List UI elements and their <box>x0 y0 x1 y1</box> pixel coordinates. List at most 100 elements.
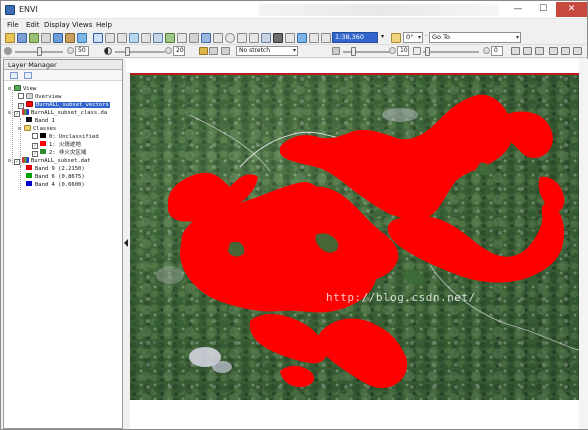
tree-node-class-0[interactable]: 0: Unclassified <box>32 133 99 141</box>
zoom-in-icon[interactable] <box>285 33 295 43</box>
brightness-reset-icon[interactable] <box>67 47 74 54</box>
rotate-icon[interactable] <box>117 33 127 43</box>
menu-display[interactable]: Display <box>44 19 70 31</box>
select-arrow-icon[interactable] <box>93 33 103 43</box>
picture-annotation-icon[interactable] <box>273 33 283 43</box>
menu-help[interactable]: Help <box>96 19 112 31</box>
menu-file[interactable]: File <box>7 19 19 31</box>
tree-node-class-file[interactable]: ⊟ ✓ BurnALL_subset_class.da <box>8 109 107 117</box>
sharpen-value[interactable]: 10 <box>397 46 409 56</box>
chevron-down-icon: ▾ <box>515 34 519 41</box>
tree-label: Band 1 <box>35 118 55 124</box>
rotate-view-icon[interactable] <box>391 33 401 43</box>
rotation-value: 0° <box>406 33 414 41</box>
print-icon[interactable] <box>41 33 51 43</box>
zoom-icon[interactable] <box>297 33 307 43</box>
contrast-reset-icon[interactable] <box>165 47 172 54</box>
collapse-icon[interactable]: ⊟ <box>8 157 13 165</box>
expand-all-icon[interactable] <box>24 72 32 79</box>
layout-single-icon[interactable] <box>511 47 520 55</box>
layout-two-icon[interactable] <box>523 47 532 55</box>
overview-checkbox[interactable] <box>18 93 24 99</box>
maximize-button[interactable]: ☐ <box>531 2 555 17</box>
arrow-annotation-icon[interactable] <box>261 33 271 43</box>
contrast-slider-thumb[interactable] <box>125 47 130 56</box>
transparency-value[interactable]: 0 <box>491 46 503 56</box>
contrast-slider-track[interactable] <box>115 51 165 53</box>
crosshair-icon[interactable] <box>141 33 151 43</box>
subset-file-checkbox[interactable]: ✓ <box>14 159 20 165</box>
sharpen-reset-icon[interactable] <box>389 47 396 54</box>
transparency-reset-icon[interactable] <box>483 47 490 54</box>
flicker-icon[interactable] <box>573 47 582 55</box>
window-title: ENVI <box>19 5 38 14</box>
tree-node-classes[interactable]: ⊟ Classes <box>18 125 56 133</box>
brightness-slider-thumb[interactable] <box>37 47 42 56</box>
portal-icon[interactable] <box>549 47 558 55</box>
tree-node-band9[interactable]: Band 9 (2.2150) <box>26 165 85 173</box>
stretch-dropdown[interactable]: No stretch ▾ <box>236 46 298 56</box>
collapse-icon[interactable]: ⊟ <box>8 85 13 93</box>
class-0-checkbox[interactable] <box>32 133 38 139</box>
goto-label: Go To <box>432 33 450 41</box>
line-annotation-icon[interactable] <box>249 33 259 43</box>
open-icon[interactable] <box>5 33 15 43</box>
collapse-icon[interactable]: ⊟ <box>8 109 13 117</box>
tree-node-band6[interactable]: Band 6 (0.8675) <box>26 173 85 181</box>
close-button[interactable]: ✕ <box>556 2 587 17</box>
brightness-value[interactable]: 50 <box>75 46 89 56</box>
grid-icon[interactable] <box>153 33 163 43</box>
tree-node-class-1[interactable]: ✓ 1: 火烧迹地 <box>32 141 81 149</box>
fit-view-icon[interactable] <box>321 33 331 43</box>
menu-edit[interactable]: Edit <box>26 19 40 31</box>
collapse-all-icon[interactable] <box>10 72 18 79</box>
scale-dropdown[interactable]: 1:38,360 <box>332 32 378 43</box>
vector-create-icon[interactable] <box>165 33 175 43</box>
stretch-type-icon[interactable] <box>221 47 230 55</box>
tree-node-vectors[interactable]: ✓ BurnALL_subset_vectors <box>18 101 110 109</box>
image-view[interactable]: http://blog.csdn.net/ <box>130 73 579 400</box>
zoom-out-icon[interactable] <box>309 33 319 43</box>
view-top-margin <box>126 59 579 73</box>
transparency-slider-thumb[interactable] <box>425 47 430 56</box>
menu-views[interactable]: Views <box>72 19 92 31</box>
envi-app-icon <box>5 5 15 15</box>
preferences-icon[interactable] <box>77 33 87 43</box>
layout-grid-icon[interactable] <box>535 47 544 55</box>
export-icon[interactable] <box>53 33 63 43</box>
pan-icon[interactable] <box>105 33 115 43</box>
tree-node-overview[interactable]: Overview <box>18 93 62 101</box>
chip-view-icon[interactable] <box>65 33 75 43</box>
layer-manager-icon[interactable] <box>29 33 39 43</box>
tree-label: Band 9 (2.2150) <box>35 166 85 172</box>
tree-node-subset-file[interactable]: ⊟ ✓ BurnALL_subset.dat <box>8 157 91 165</box>
sharpen-slider-thumb[interactable] <box>351 47 356 56</box>
swipe-icon[interactable] <box>561 47 570 55</box>
tree-node-class-2[interactable]: ✓ 2: 非火灾区域 <box>32 149 86 157</box>
scale-dropdown-chevron-icon[interactable]: ▾ <box>381 33 387 43</box>
collapse-icon[interactable]: ⊟ <box>18 125 23 133</box>
data-manager-icon[interactable] <box>17 33 27 43</box>
text-annotation-icon[interactable] <box>189 33 199 43</box>
tree-label: BurnALL_subset.dat <box>31 158 91 164</box>
rotation-dropdown[interactable]: 0° ▾ <box>403 32 423 43</box>
menu-bar: File Edit Display Views Help <box>1 19 587 31</box>
class-file-checkbox[interactable]: ✓ <box>14 111 20 117</box>
goto-field[interactable]: Go To ▾ <box>429 32 521 43</box>
tree-label: BurnALL_subset_vectors <box>35 102 110 108</box>
tree-node-band4[interactable]: Band 4 (0.6600) <box>26 181 85 189</box>
vector-edit-icon[interactable] <box>177 33 187 43</box>
collapse-left-panel-icon[interactable] <box>124 239 128 247</box>
ellipse-annotation-icon[interactable] <box>225 33 235 43</box>
rectangle-annotation-icon[interactable] <box>213 33 223 43</box>
contrast-value[interactable]: 20 <box>173 46 185 56</box>
symbol-annotation-icon[interactable] <box>201 33 211 43</box>
fly-icon[interactable] <box>129 33 139 43</box>
tree-node-view[interactable]: ⊟ View <box>8 85 36 93</box>
transparency-slider-track[interactable] <box>423 51 479 53</box>
histogram-icon[interactable] <box>199 47 208 55</box>
tree-node-band1[interactable]: Band 1 <box>26 117 55 125</box>
polygon-annotation-icon[interactable] <box>237 33 247 43</box>
minimize-button[interactable]: — <box>506 2 530 17</box>
stretch-menu-icon[interactable] <box>209 47 218 55</box>
